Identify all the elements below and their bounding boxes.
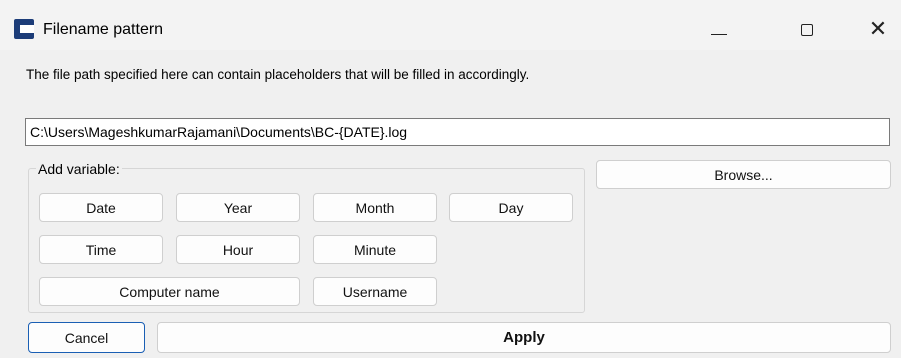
- minimize-button[interactable]: [696, 10, 742, 50]
- close-icon: ✕: [868, 17, 888, 42]
- file-path-input[interactable]: [25, 118, 890, 146]
- time-button[interactable]: Time: [39, 235, 163, 264]
- window-title: Filename pattern: [43, 21, 164, 38]
- minute-button[interactable]: Minute: [313, 235, 437, 264]
- browse-button[interactable]: Browse...: [596, 160, 891, 189]
- apply-button[interactable]: Apply: [157, 322, 891, 353]
- close-button[interactable]: ✕: [855, 10, 901, 50]
- maximize-icon: [801, 24, 813, 36]
- date-button[interactable]: Date: [39, 193, 163, 222]
- app-logo-icon: [14, 19, 34, 39]
- cancel-button[interactable]: Cancel: [28, 322, 145, 353]
- filename-pattern-dialog: Filename pattern ✕ The file path specifi…: [0, 0, 901, 358]
- add-variable-label: Add variable:: [36, 160, 122, 178]
- title-bar: Filename pattern ✕: [0, 0, 901, 50]
- description-text: The file path specified here can contain…: [26, 67, 530, 82]
- hour-button[interactable]: Hour: [176, 235, 300, 264]
- maximize-button[interactable]: [784, 10, 830, 50]
- year-button[interactable]: Year: [176, 193, 300, 222]
- computer-name-button[interactable]: Computer name: [39, 277, 300, 306]
- month-button[interactable]: Month: [313, 193, 437, 222]
- day-button[interactable]: Day: [449, 193, 573, 222]
- minimize-icon: [711, 33, 727, 35]
- username-button[interactable]: Username: [313, 277, 437, 306]
